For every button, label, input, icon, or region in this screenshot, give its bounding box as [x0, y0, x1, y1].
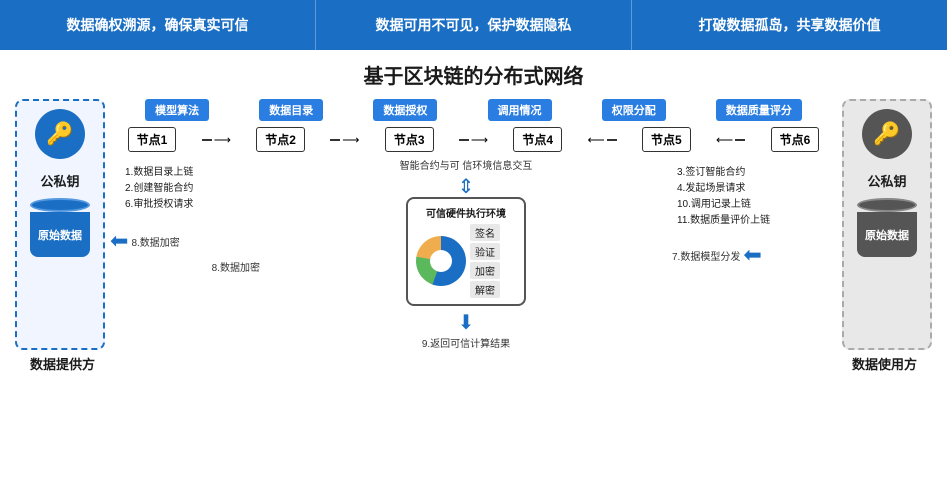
arrow-right-icon: ⬅	[743, 242, 761, 268]
node-6: 节点6	[771, 127, 820, 152]
node-5: 节点5	[642, 127, 691, 152]
right-db-top	[857, 198, 917, 212]
node-3: 节点3	[385, 127, 434, 152]
right-info-block: 3.签订智能合约 4.发起场景请求 10.调用记录上链 11.数据质量评价上链	[672, 160, 817, 234]
bottom-label-right: 数据使用方	[852, 354, 917, 373]
tag-5: 数据质量评分	[716, 99, 802, 121]
tee-circle-inner	[430, 250, 452, 272]
node-1: 节点1	[128, 127, 177, 152]
tee-title: 可信硬件执行环境	[416, 205, 516, 220]
right-key-label: 公私钥	[867, 171, 906, 190]
tee-box: 可信硬件执行环境 签名 验证 加密 解密	[406, 197, 526, 306]
tee-func-0: 签名	[470, 224, 500, 241]
left-db-body: 原始数据	[30, 212, 90, 257]
banner-item-1: 数据确权溯源，确保真实可信	[0, 0, 316, 50]
left-key-icon: 🔑	[35, 109, 85, 159]
tee-top-label: 智能合约与可 信环境信息交互	[400, 160, 533, 174]
left-info-line-1: 1.数据目录上链	[125, 165, 245, 181]
left-info-block: 1.数据目录上链 2.创建智能合约 6.审批授权请求	[120, 160, 250, 218]
left-panel: 🔑 公私钥 原始数据	[15, 99, 105, 350]
main-area: 基于区块链的分布式网络 🔑 公私钥 原始数据 模型算法 数据目录 数据授权 调用…	[0, 50, 947, 500]
left-key-label: 公私钥	[40, 171, 79, 190]
left-info-line-3: 6.审批授权请求	[125, 197, 245, 213]
nodes-row: 节点1 ⟶ 节点2 ⟶ 节点3 ⟶ 节点4 ⟵	[110, 127, 837, 152]
diagram-container: 🔑 公私钥 原始数据 模型算法 数据目录 数据授权 调用情况 权限分配 数据质量…	[15, 99, 932, 350]
flow-9-label: 9.返回可信计算结果	[422, 335, 510, 350]
flow-encrypt-label2: 8.数据加密	[212, 259, 260, 274]
flow-7-label: 7.数据模型分发	[672, 248, 740, 263]
tee-funcs: 签名 验证 加密 解密	[470, 224, 500, 298]
right-info-line-4: 11.数据质量评价上链	[677, 213, 812, 229]
top-banner: 数据确权溯源，确保真实可信 数据可用不可见，保护数据隐私 打破数据孤岛，共享数据…	[0, 0, 947, 50]
bottom-label-left: 数据提供方	[30, 354, 95, 373]
right-db: 原始数据	[857, 198, 917, 257]
arrow-left-icon: ⬅	[110, 228, 128, 254]
right-key-icon: 🔑	[862, 109, 912, 159]
tags-row: 模型算法 数据目录 数据授权 调用情况 权限分配 数据质量评分	[110, 99, 837, 121]
left-db: 原始数据	[30, 198, 90, 257]
left-info-line-2: 2.创建智能合约	[125, 181, 245, 197]
right-info-line-3: 10.调用记录上链	[677, 197, 812, 213]
center-content: 模型算法 数据目录 数据授权 调用情况 权限分配 数据质量评分 节点1 ⟶ 节点…	[110, 99, 837, 350]
tee-func-2: 加密	[470, 262, 500, 279]
flow-encrypt-label: 8.数据加密	[131, 234, 179, 249]
diagram-title: 基于区块链的分布式网络	[15, 60, 932, 89]
tag-1: 数据目录	[259, 99, 323, 121]
tag-4: 权限分配	[602, 99, 666, 121]
tag-3: 调用情况	[488, 99, 552, 121]
tag-0: 模型算法	[145, 99, 209, 121]
tee-updown-arrow: ⇕	[458, 177, 475, 197]
tee-func-1: 验证	[470, 243, 500, 260]
tag-2: 数据授权	[373, 99, 437, 121]
right-panel: 🔑 公私钥 原始数据	[842, 99, 932, 350]
node-2: 节点2	[256, 127, 305, 152]
tee-func-3: 解密	[470, 281, 500, 298]
right-info-line-1: 3.签订智能合约	[677, 165, 812, 181]
right-db-body: 原始数据	[857, 212, 917, 257]
tee-circle	[416, 236, 466, 286]
left-db-top	[30, 198, 90, 212]
tee-down-arrow: ⬇	[458, 310, 475, 335]
right-info-line-2: 4.发起场景请求	[677, 181, 812, 197]
node-4: 节点4	[513, 127, 562, 152]
tee-inner: 签名 验证 加密 解密	[416, 224, 516, 298]
banner-item-2: 数据可用不可见，保护数据隐私	[316, 0, 632, 50]
banner-item-3: 打破数据孤岛，共享数据价值	[632, 0, 947, 50]
bottom-labels: 数据提供方 数据使用方	[15, 354, 932, 373]
